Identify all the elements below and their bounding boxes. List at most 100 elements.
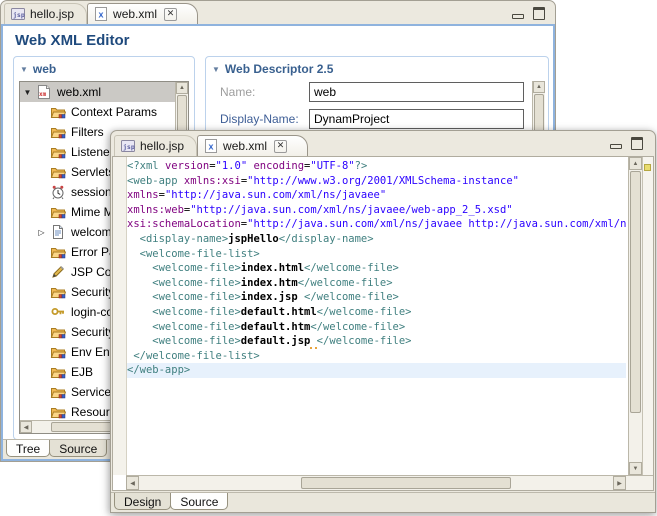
key-icon [50, 304, 66, 320]
folder-icon [50, 284, 66, 300]
view-controls [610, 137, 643, 150]
web-section-header: ▼ web [14, 57, 194, 79]
scrollbar-thumb[interactable] [630, 171, 641, 413]
display-name-field[interactable] [309, 109, 524, 129]
jsp-file-icon: jsp [10, 6, 26, 22]
pencil-icon [50, 264, 66, 280]
section-title: Web Descriptor 2.5 [225, 62, 333, 76]
jsp-file-icon: jsp [120, 138, 136, 154]
code-line[interactable]: <web-app xmlns:xsi="http://www.w3.org/20… [127, 174, 626, 189]
page-tab-source[interactable]: Source [49, 440, 107, 457]
overview-ruler[interactable] [643, 157, 653, 475]
tab-label: hello.jsp [140, 139, 184, 153]
editor-horizontal-scrollbar[interactable]: ◀ ▶ [126, 475, 626, 490]
code-line[interactable]: <display-name>jspHello</display-name> [127, 232, 626, 247]
scroll-left-icon[interactable]: ◀ [20, 421, 32, 433]
screen: jsp hello.jsp x web.xml ✕ Web XML Editor… [0, 0, 657, 516]
page-tab-strip: Design Source [111, 492, 655, 512]
svg-text:jsp: jsp [13, 11, 25, 19]
scroll-up-icon[interactable]: ▲ [176, 82, 188, 94]
tree-item-label: web.xml [55, 85, 103, 99]
scrollbar-thumb[interactable] [301, 477, 511, 489]
xml-doc-icon: xm [36, 84, 52, 100]
folder-icon [50, 204, 66, 220]
page-tab-source[interactable]: Source [170, 493, 228, 510]
folder-icon [50, 144, 66, 160]
scroll-up-icon[interactable]: ▲ [629, 157, 642, 170]
scroll-down-icon[interactable]: ▼ [629, 462, 642, 475]
folder-icon [50, 404, 66, 420]
expand-arrow-icon[interactable]: ▷ [36, 228, 47, 237]
close-icon[interactable]: ✕ [164, 8, 177, 21]
tab-web-xml[interactable]: x web.xml ✕ [197, 135, 308, 156]
tree-item[interactable]: Context Params [20, 102, 175, 122]
scroll-up-icon[interactable]: ▲ [533, 81, 545, 93]
minimize-icon[interactable] [512, 14, 524, 19]
code-line[interactable]: <welcome-file-list> [127, 247, 626, 262]
chevron-down-icon[interactable]: ▼ [212, 65, 220, 74]
tree-item-web-xml-root[interactable]: ▼ xm web.xml [20, 82, 175, 102]
page-title: Web XML Editor [15, 32, 129, 49]
scroll-left-icon[interactable]: ◀ [126, 476, 139, 490]
code-line[interactable]: <welcome-file>index.htm</welcome-file> [127, 276, 626, 291]
editor-tabbar: jsp hello.jsp x web.xml ✕ [111, 131, 655, 156]
chevron-down-icon[interactable]: ▼ [20, 65, 28, 74]
web-xml-editor-window-source-view: jsp hello.jsp x web.xml ✕ <?xml version=… [110, 130, 656, 513]
page-icon [50, 224, 66, 240]
maximize-icon[interactable] [631, 137, 643, 150]
code-line[interactable]: <?xml version="1.0" encoding="UTF-8"?> [127, 159, 626, 174]
close-icon[interactable]: ✕ [274, 140, 287, 153]
descriptor-section-header: ▼ Web Descriptor 2.5 [206, 57, 548, 79]
xml-source-code[interactable]: <?xml version="1.0" encoding="UTF-8"?><w… [127, 157, 626, 475]
code-line[interactable]: <welcome-file>default.html</welcome-file… [127, 305, 626, 320]
code-line[interactable]: <welcome-file>default.jsp </welcome-file… [127, 334, 626, 349]
tab-label: web.xml [223, 139, 267, 153]
name-label: Name: [220, 85, 255, 99]
code-line[interactable]: xmlns="http://java.sun.com/xml/ns/javaee… [127, 188, 626, 203]
folder-icon [50, 384, 66, 400]
warning-marker-icon[interactable] [644, 164, 651, 171]
page-tab-tree[interactable]: Tree [6, 440, 50, 457]
folder-icon [50, 104, 66, 120]
code-line-current[interactable]: </web-app> [127, 363, 626, 378]
svg-text:jsp: jsp [123, 143, 135, 151]
code-line[interactable]: <welcome-file>index.html</welcome-file> [127, 261, 626, 276]
display-name-label: Display-Name: [220, 112, 299, 126]
maximize-icon[interactable] [533, 7, 545, 20]
folder-icon [50, 344, 66, 360]
code-line[interactable]: xmlns:web="http://java.sun.com/xml/ns/ja… [127, 203, 626, 218]
name-field[interactable] [309, 82, 524, 102]
minimize-icon[interactable] [610, 144, 622, 149]
scrollbar-corner [626, 475, 653, 490]
code-line[interactable]: xsi:schemaLocation="http://java.sun.com/… [127, 217, 626, 232]
tree-item-label: Filters [69, 125, 106, 139]
folder-icon [50, 124, 66, 140]
code-line[interactable]: </welcome-file-list> [127, 349, 626, 364]
folder-icon [50, 164, 66, 180]
name-field-row: Name: [206, 82, 548, 106]
page-tab-design[interactable]: Design [114, 493, 171, 510]
expand-arrow-icon[interactable]: ▼ [22, 88, 33, 97]
xml-file-icon: x [203, 138, 219, 154]
tab-hello-jsp[interactable]: jsp hello.jsp [4, 3, 87, 24]
source-editor-area: <?xml version="1.0" encoding="UTF-8"?><w… [112, 156, 654, 491]
folder-icon [50, 364, 66, 380]
folder-icon [50, 324, 66, 340]
code-line[interactable]: <welcome-file>index.jsp </welcome-file> [127, 290, 626, 305]
clock-icon [50, 184, 66, 200]
scroll-right-icon[interactable]: ▶ [613, 476, 626, 490]
folder-icon [50, 244, 66, 260]
annotation-ruler[interactable] [113, 157, 127, 475]
editor-tabbar: jsp hello.jsp x web.xml ✕ [1, 1, 555, 24]
tab-label: web.xml [113, 7, 157, 21]
svg-text:x: x [99, 10, 104, 20]
section-title: web [33, 62, 56, 76]
code-line[interactable]: <welcome-file>default.htm</welcome-file> [127, 320, 626, 335]
tab-label: hello.jsp [30, 7, 74, 21]
tree-item-label: Context Params [69, 105, 159, 119]
editor-vertical-scrollbar[interactable]: ▲ ▼ [628, 157, 643, 475]
tab-hello-jsp[interactable]: jsp hello.jsp [114, 135, 197, 156]
tab-web-xml[interactable]: x web.xml ✕ [87, 3, 198, 24]
xml-file-icon: x [93, 6, 109, 22]
view-controls [512, 7, 545, 20]
